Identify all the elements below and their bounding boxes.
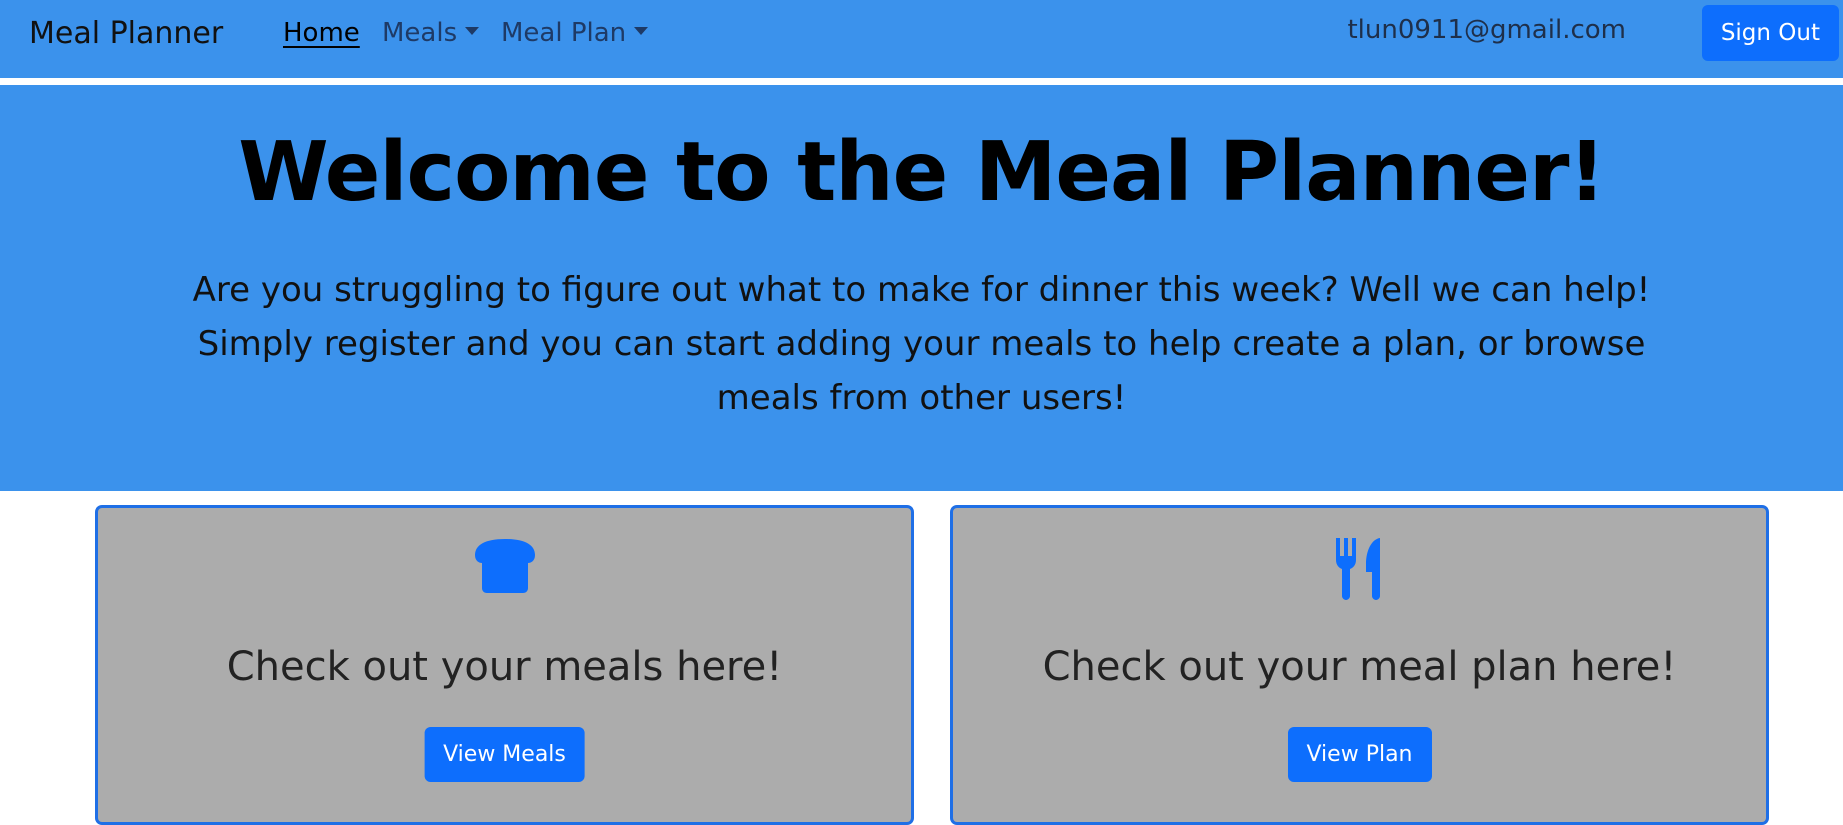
navbar: Meal Planner Home Meals Meal Plan tlun09…	[0, 0, 1843, 78]
view-meals-button[interactable]: View Meals	[424, 727, 585, 782]
bread-icon	[473, 536, 537, 598]
user-email: tlun0911@gmail.com	[1347, 15, 1626, 45]
nav-dropdown-meals[interactable]: Meals	[382, 18, 480, 48]
sign-out-button[interactable]: Sign Out	[1701, 5, 1839, 61]
navbar-divider	[0, 78, 1843, 85]
hero-title: Welcome to the Meal Planner!	[238, 125, 1606, 220]
nav-link-home[interactable]: Home	[283, 18, 360, 48]
nav-dropdown-meal-plan[interactable]: Meal Plan	[501, 18, 649, 48]
meal-plan-card-heading: Check out your meal plan here!	[1042, 644, 1677, 690]
nav-dropdown-meal-plan-label: Meal Plan	[501, 18, 627, 48]
view-plan-button[interactable]: View Plan	[1287, 727, 1432, 782]
brand-link[interactable]: Meal Planner	[29, 16, 223, 51]
meals-card: Check out your meals here! View Meals	[95, 505, 914, 825]
utensils-icon	[1334, 536, 1386, 604]
chevron-down-icon	[634, 26, 649, 35]
hero-banner: Welcome to the Meal Planner! Are you str…	[0, 85, 1843, 491]
hero-description: Are you struggling to figure out what to…	[192, 270, 1651, 418]
meal-plan-card: Check out your meal plan here! View Plan	[950, 505, 1769, 825]
meals-card-heading: Check out your meals here!	[226, 644, 783, 690]
chevron-down-icon	[465, 26, 480, 35]
nav-dropdown-meals-label: Meals	[382, 18, 458, 48]
